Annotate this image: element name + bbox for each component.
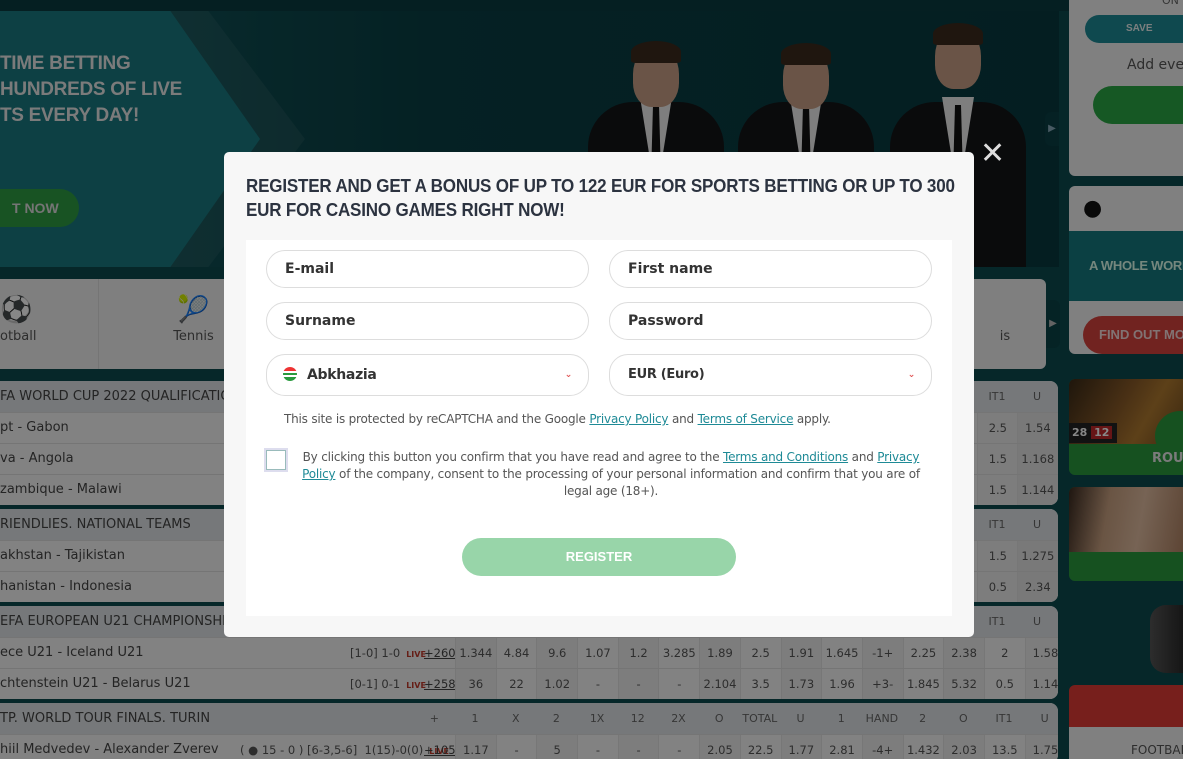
- terms-and-conditions-link[interactable]: Terms and Conditions: [723, 450, 848, 464]
- currency-value: EUR (Euro): [628, 367, 705, 382]
- country-value: Abkhazia: [307, 367, 377, 383]
- chevron-down-icon: ⌄: [564, 370, 573, 380]
- email-field[interactable]: [266, 250, 589, 288]
- chevron-down-icon: ⌄: [907, 370, 916, 380]
- first-name-field[interactable]: [609, 250, 932, 288]
- country-select[interactable]: Abkhazia ⌄: [266, 354, 589, 396]
- consent-text: By clicking this button you confirm that…: [302, 450, 920, 498]
- password-input[interactable]: [628, 303, 901, 339]
- first-name-input[interactable]: [628, 251, 901, 287]
- modal-title: REGISTER AND GET A BONUS OF UP TO 122 EU…: [246, 175, 955, 220]
- register-button[interactable]: REGISTER: [462, 538, 736, 576]
- password-field[interactable]: [609, 302, 932, 340]
- privacy-policy-link[interactable]: Privacy Policy: [589, 412, 668, 426]
- close-icon[interactable]: ✕: [980, 139, 1005, 169]
- email-input[interactable]: [285, 251, 558, 287]
- consent-checkbox[interactable]: [266, 450, 286, 470]
- surname-field[interactable]: [266, 302, 589, 340]
- registration-modal: REGISTER AND GET A BONUS OF UP TO 122 EU…: [224, 152, 974, 637]
- currency-select[interactable]: EUR (Euro) ⌄: [609, 354, 932, 396]
- terms-of-service-link[interactable]: Terms of Service: [698, 412, 794, 426]
- abkhazia-flag-icon: [283, 367, 297, 381]
- registration-form: Abkhazia ⌄ EUR (Euro) ⌄ This site is pro…: [246, 240, 952, 616]
- recaptcha-notice: This site is protected by reCAPTCHA and …: [284, 412, 831, 426]
- surname-input[interactable]: [285, 303, 558, 339]
